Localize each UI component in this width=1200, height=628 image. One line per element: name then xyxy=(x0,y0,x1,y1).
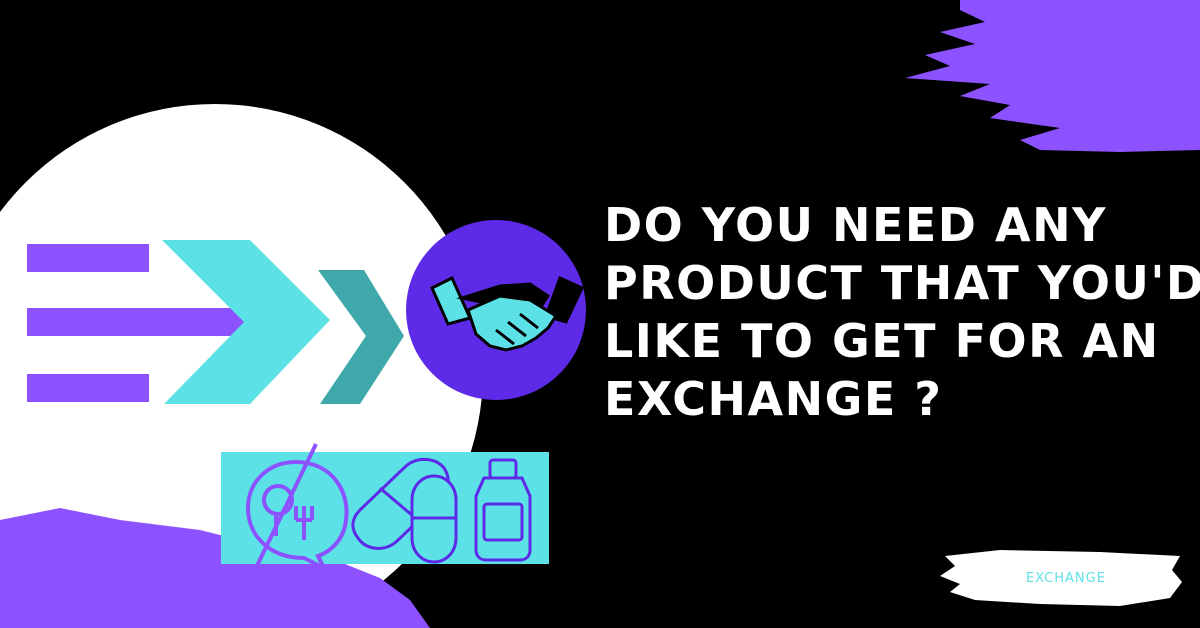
headline-line: LIKE TO GET FOR AN xyxy=(604,314,1160,368)
headline: DO YOU NEED ANY PRODUCT THAT YOU'D LIKE … xyxy=(604,196,1200,428)
handshake-icon xyxy=(406,220,586,400)
banner: DO YOU NEED ANY PRODUCT THAT YOU'D LIKE … xyxy=(0,0,1200,628)
purple-brush-top xyxy=(905,0,1200,152)
exchange-tag: EXCHANGE xyxy=(1026,571,1106,586)
headline-line: EXCHANGE ? xyxy=(604,372,943,426)
headline-line: DO YOU NEED ANY xyxy=(604,198,1107,252)
headline-line: PRODUCT THAT YOU'D xyxy=(604,256,1200,310)
